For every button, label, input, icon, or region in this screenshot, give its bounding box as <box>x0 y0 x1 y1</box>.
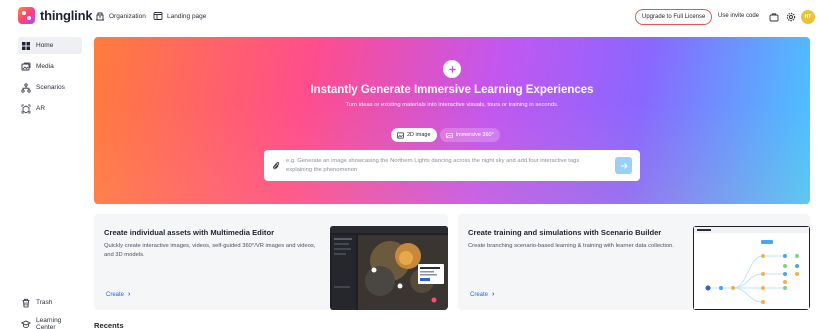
create-link-label: Create <box>106 291 125 298</box>
grid-icon <box>22 41 30 50</box>
mode-immersive-360-button[interactable]: Immersive 360° <box>439 128 500 142</box>
sidebar-item-home[interactable]: Home <box>18 37 82 54</box>
multimedia-editor-card[interactable]: Create individual assets with Multimedia… <box>94 214 448 310</box>
nav-organization-label: Organization <box>109 12 146 20</box>
sidebar-item-scenarios[interactable]: Scenarios <box>18 79 82 96</box>
image-icon <box>397 132 404 138</box>
brand-name: thinglink <box>40 8 93 23</box>
sidebar-item-label: Scenarios <box>36 84 65 91</box>
generation-mode-toggle: 2D image Immersive 360° <box>391 128 500 142</box>
app-root: thinglink Organization Landing page Upgr… <box>0 0 819 329</box>
sidebar-item-media[interactable]: Media <box>18 58 82 75</box>
recents-heading: Recents <box>94 321 124 329</box>
arrow-right-icon <box>620 162 628 169</box>
briefcase-icon <box>769 12 778 21</box>
create-plus-button[interactable] <box>443 60 461 78</box>
nav-organization[interactable]: Organization <box>95 11 146 21</box>
hero-title: Instantly Generate Immersive Learning Ex… <box>310 84 594 96</box>
mode-label: Immersive 360° <box>455 132 494 138</box>
avatar[interactable]: HT <box>801 10 815 24</box>
plus-icon <box>448 65 456 73</box>
editor-preview-illustration <box>330 226 448 310</box>
send-prompt-button[interactable] <box>615 157 632 174</box>
panorama-icon <box>445 132 453 138</box>
top-bar: thinglink Organization Landing page Upgr… <box>0 0 819 34</box>
card-title: Create individual assets with Multimedia… <box>104 228 275 237</box>
card-title: Create training and simulations with Sce… <box>468 228 662 237</box>
briefcase-button[interactable] <box>768 11 779 22</box>
building-icon <box>96 12 104 21</box>
upgrade-button[interactable]: Upgrade to Full License <box>635 9 713 25</box>
card-description: Create branching scenario-based learning… <box>468 243 674 249</box>
mode-2d-image-button[interactable]: 2D image <box>391 128 437 142</box>
nav-landing-page-label: Landing page <box>167 12 207 20</box>
settings-button[interactable] <box>785 11 796 22</box>
thinglink-logo[interactable]: thinglink <box>18 7 93 24</box>
sidebar-item-ar[interactable]: AR <box>18 100 82 117</box>
card-description: Quickly create interactive images, video… <box>104 243 316 258</box>
nav-landing-page[interactable]: Landing page <box>153 11 206 21</box>
sidebar-item-label: AR <box>36 105 46 112</box>
chevron-right-icon: › <box>128 291 131 298</box>
sidebar-item-label: Home <box>36 42 54 49</box>
ar-cube-icon <box>21 104 31 113</box>
paperclip-icon[interactable] <box>272 161 280 170</box>
trash-icon <box>22 298 30 307</box>
graduation-cap-icon <box>21 320 31 328</box>
sidebar-item-label: Learning Center <box>36 316 62 329</box>
create-link-label: Create <box>470 291 489 298</box>
create-multimedia-link[interactable]: Create › <box>106 291 130 298</box>
invite-code-link[interactable]: Use invite code <box>718 13 759 19</box>
flow-icon <box>21 82 31 93</box>
multimedia-editor-preview-image <box>330 226 448 310</box>
browser-window-icon <box>153 12 163 20</box>
logo-mark-icon <box>18 7 35 24</box>
chevron-right-icon: › <box>492 291 495 298</box>
image-stack-icon <box>21 62 31 70</box>
prompt-input-box[interactable]: e.g. Generate an image showcasing the No… <box>264 150 640 181</box>
scenario-builder-preview-image <box>693 226 810 310</box>
sidebar-item-learning-center[interactable]: Learning Center <box>18 315 82 329</box>
scenario-flow-illustration <box>693 226 810 310</box>
prompt-placeholder[interactable]: e.g. Generate an image showcasing the No… <box>286 157 606 175</box>
create-scenario-link[interactable]: Create › <box>470 291 494 298</box>
gear-icon <box>786 12 795 21</box>
sidebar-item-trash[interactable]: Trash <box>18 294 82 311</box>
mode-label: 2D image <box>407 132 431 138</box>
scenario-builder-card[interactable]: Create training and simulations with Sce… <box>458 214 810 310</box>
sidebar-item-label: Trash <box>36 299 53 306</box>
sidebar-item-label: Media <box>36 63 54 70</box>
hero-subtitle: Turn ideas or existing materials into in… <box>345 102 559 108</box>
